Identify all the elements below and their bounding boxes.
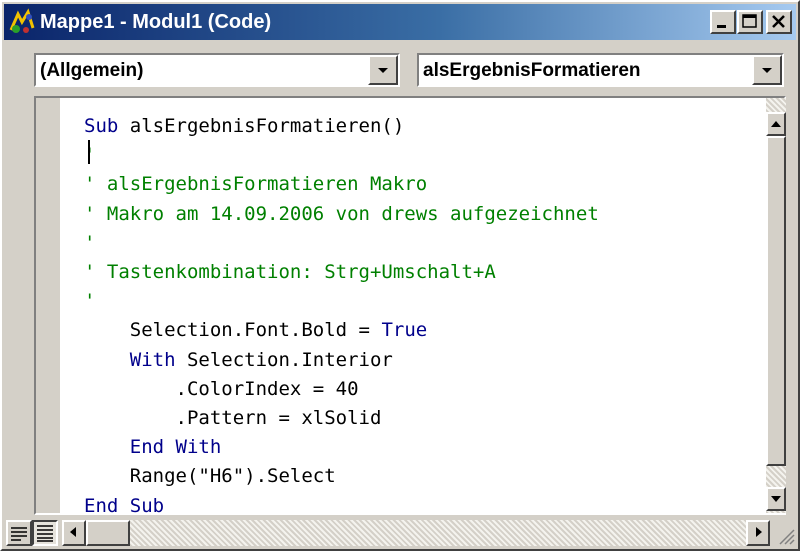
code-text[interactable]: Sub alsErgebnisFormatieren()'' alsErgebn…	[84, 112, 599, 521]
scroll-right-button[interactable]	[746, 520, 770, 546]
code-keyword: True	[381, 319, 428, 342]
scroll-up-button[interactable]	[766, 112, 786, 136]
code-line[interactable]: ' Tastenkombination: Strg+Umschalt+A	[84, 258, 599, 287]
window-title: Mappe1 - Modul1 (Code)	[40, 11, 272, 33]
code-line[interactable]: End Sub	[84, 492, 599, 521]
code-keyword: Sub	[84, 115, 119, 137]
code-comment: ' Makro am 14.09.2006 von drews aufgezei…	[84, 202, 599, 225]
code-line[interactable]: ' Makro am 14.09.2006 von drews aufgezei…	[84, 200, 599, 229]
procedure-view-button[interactable]	[6, 520, 32, 546]
code-comment: ' Tastenkombination: Strg+Umschalt+A	[84, 261, 496, 284]
arrow-left-icon	[70, 527, 76, 537]
code-token: Selection.Interior	[175, 348, 393, 371]
minimize-icon	[717, 25, 726, 28]
code-editor[interactable]: Sub alsErgebnisFormatieren()'' alsErgebn…	[34, 96, 786, 517]
horizontal-scrollbar[interactable]	[62, 520, 770, 546]
code-token: .ColorIndex = 40	[175, 377, 359, 400]
horizontal-scroll-thumb[interactable]	[86, 520, 130, 546]
object-dropdown-value: (Allgemein)	[40, 60, 144, 81]
vertical-scrollbar[interactable]	[766, 98, 786, 513]
vertical-scroll-thumb[interactable]	[766, 136, 786, 466]
code-keyword: End With	[129, 436, 222, 459]
procedure-view-icon	[11, 527, 27, 541]
bottom-bar	[4, 518, 796, 548]
code-line[interactable]: Sub alsErgebnisFormatieren()	[84, 112, 599, 141]
margin-indicator-bar[interactable]	[36, 98, 60, 513]
code-keyword: With	[129, 348, 176, 371]
chevron-down-icon	[762, 68, 772, 73]
code-line[interactable]: Range("H6").Select	[84, 462, 599, 491]
code-line[interactable]: Selection.Font.Bold = True	[84, 316, 599, 345]
minimize-button[interactable]	[710, 10, 736, 34]
title-bar[interactable]: Mappe1 - Modul1 (Code)	[4, 4, 796, 40]
vba-code-window: Mappe1 - Modul1 (Code) (Allgemein) alsEr…	[0, 0, 800, 551]
code-line[interactable]: .Pattern = xlSolid	[84, 404, 599, 433]
code-token: Range("H6").Select	[129, 465, 336, 488]
scroll-down-button[interactable]	[766, 487, 786, 511]
code-token: .Pattern = xlSolid	[175, 407, 382, 430]
vba-project-icon	[9, 8, 35, 33]
code-line[interactable]: '	[84, 229, 599, 258]
full-module-view-button[interactable]	[32, 520, 58, 546]
code-line[interactable]: With Selection.Interior	[84, 346, 599, 375]
code-comment: '	[84, 231, 96, 254]
maximize-icon	[742, 14, 757, 28]
scroll-left-button[interactable]	[62, 520, 86, 546]
object-dropdown[interactable]: (Allgemein)	[34, 53, 400, 87]
code-line[interactable]: '	[84, 141, 599, 170]
code-line[interactable]: '	[84, 287, 599, 316]
text-cursor	[88, 140, 90, 164]
code-token: Selection.Font.Bold =	[129, 319, 382, 342]
resize-grip-icon[interactable]	[776, 526, 796, 546]
procedure-dropdown-value: alsErgebnisFormatieren	[423, 60, 641, 81]
close-icon	[772, 15, 785, 28]
chevron-down-icon	[378, 68, 388, 73]
code-line[interactable]: End With	[84, 433, 599, 462]
full-module-view-icon	[37, 525, 53, 542]
code-comment: '	[84, 290, 96, 313]
arrow-right-icon	[756, 527, 762, 537]
code-token: alsErgebnisFormatieren()	[118, 115, 405, 137]
code-line[interactable]: .ColorIndex = 40	[84, 375, 599, 404]
procedure-dropdown[interactable]: alsErgebnisFormatieren	[417, 53, 784, 87]
arrow-up-icon	[771, 121, 781, 127]
close-button[interactable]	[766, 10, 792, 34]
code-comment: ' alsErgebnisFormatieren Makro	[84, 173, 428, 196]
procedure-dropdown-button[interactable]	[752, 55, 782, 85]
arrow-down-icon	[771, 496, 781, 502]
object-dropdown-button[interactable]	[368, 55, 398, 85]
code-keyword: End Sub	[84, 494, 165, 517]
code-line[interactable]: ' alsErgebnisFormatieren Makro	[84, 170, 599, 199]
maximize-button[interactable]	[737, 10, 763, 34]
